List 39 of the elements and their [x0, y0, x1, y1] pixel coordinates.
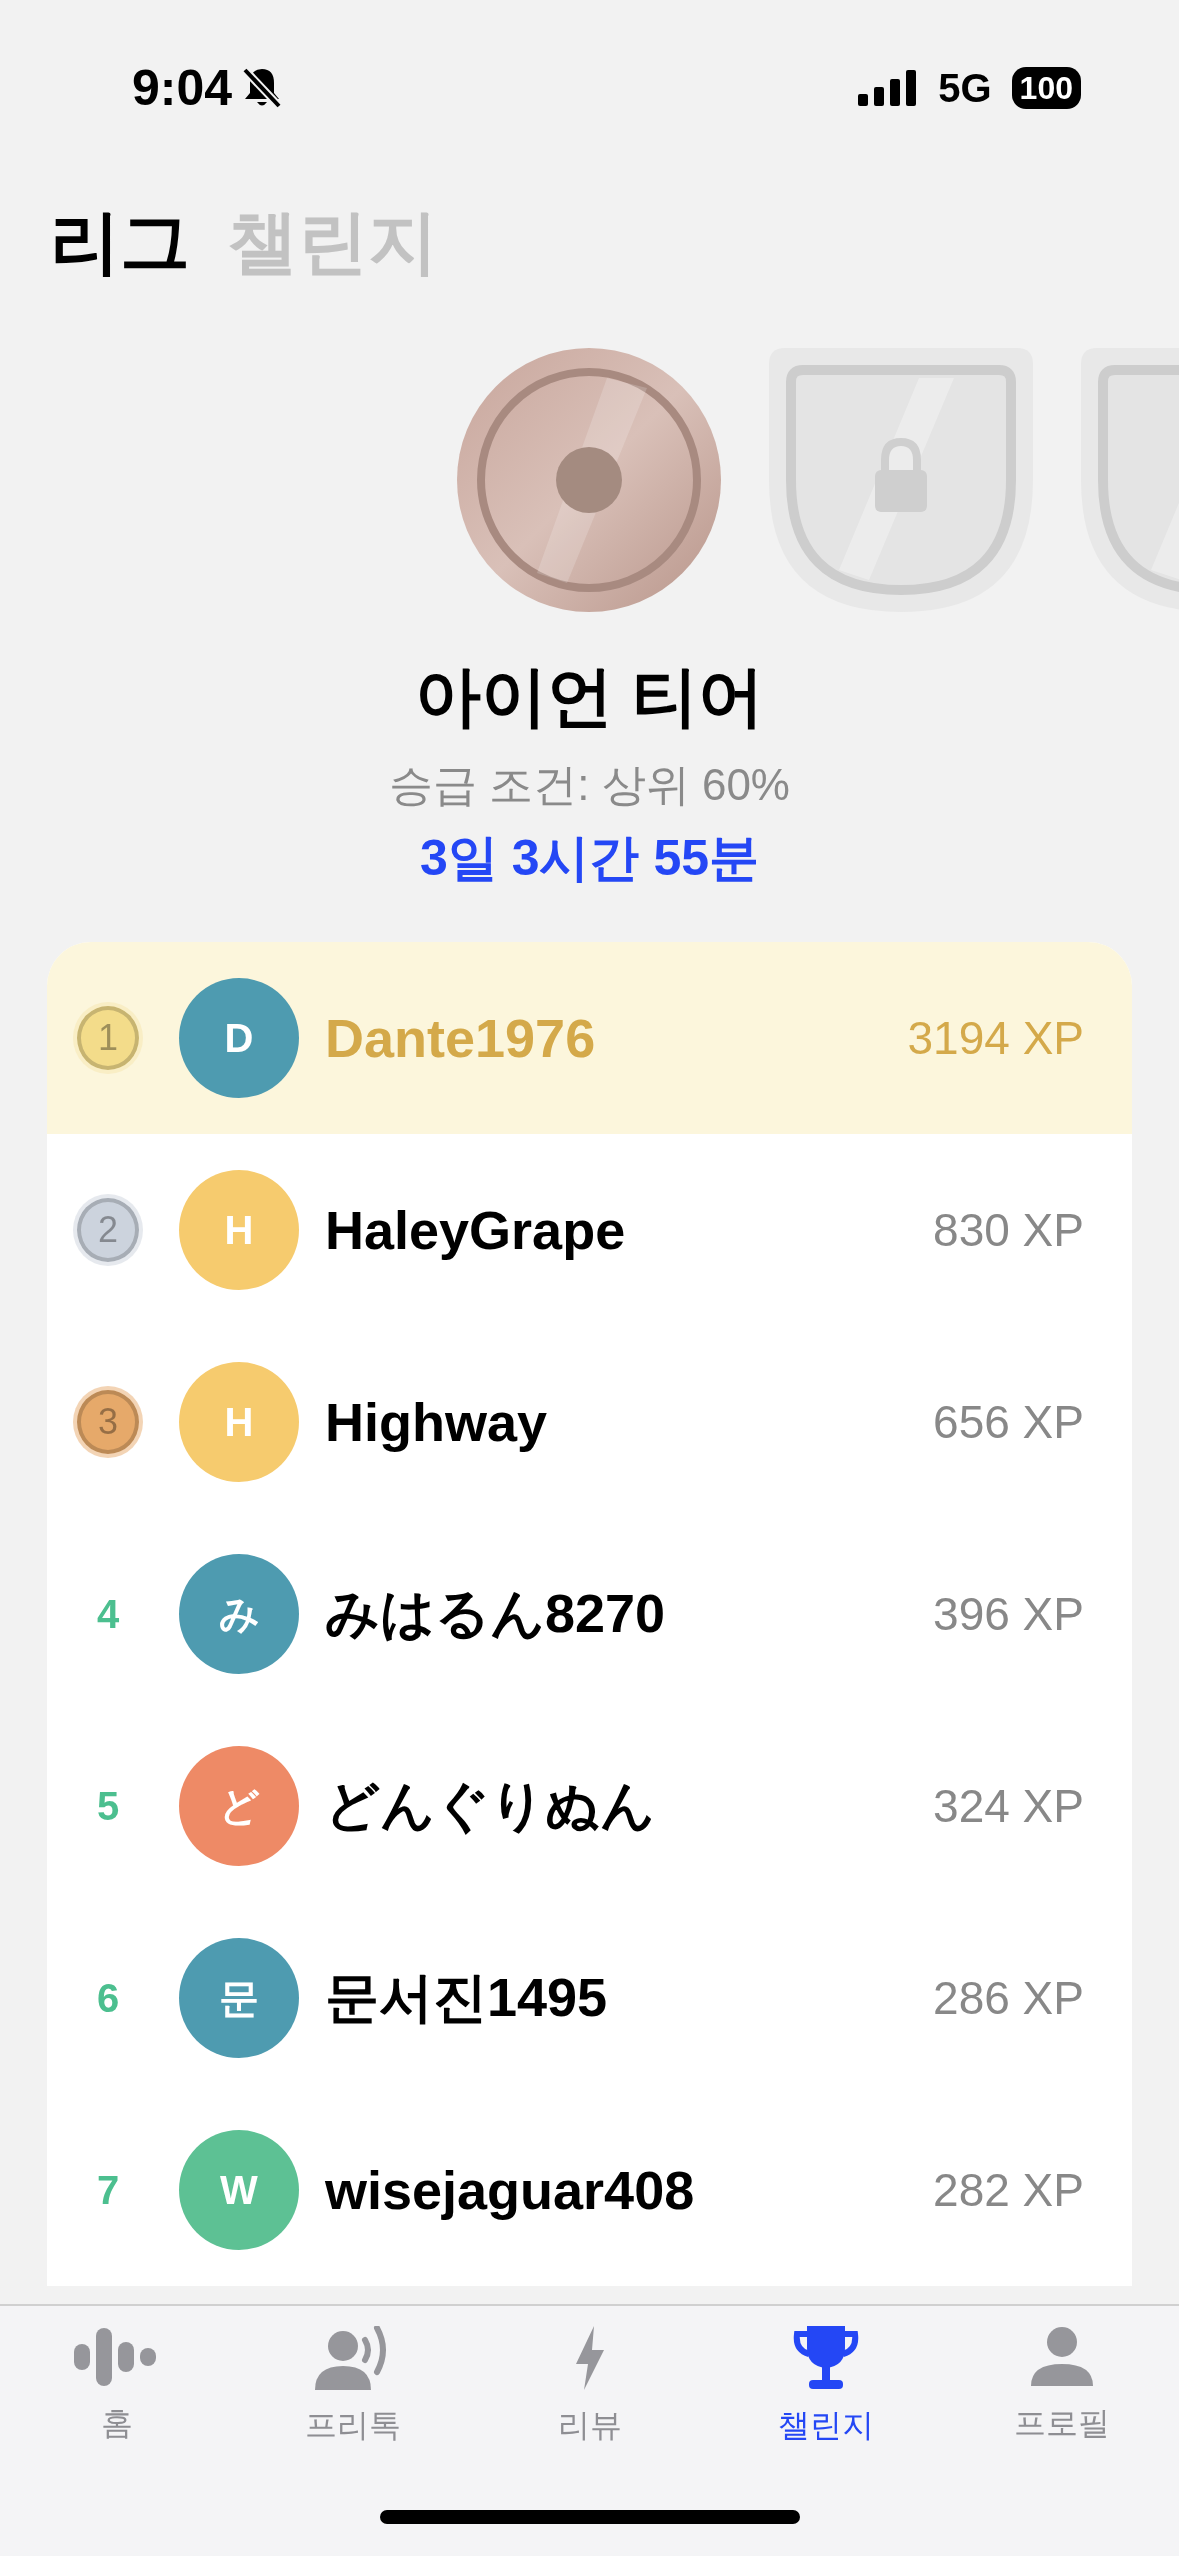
avatar: W — [179, 2130, 299, 2250]
avatar: ど — [179, 1746, 299, 1866]
status-time: 9:04 — [132, 59, 233, 117]
rank-medal: 2 — [73, 1194, 143, 1266]
signal-icon — [858, 70, 919, 106]
avatar: 문 — [179, 1938, 299, 2058]
xp-score: 282 XP — [933, 2163, 1084, 2217]
trophy-icon — [792, 2326, 859, 2390]
rank-medal: 1 — [73, 1002, 143, 1074]
user-name: HaleyGrape — [325, 1199, 626, 1261]
rank-medal: 3 — [73, 1386, 143, 1458]
countdown: 3일 3시간 55분 — [420, 829, 759, 888]
user-name: Highway — [325, 1391, 548, 1453]
xp-score: 286 XP — [933, 1971, 1084, 2025]
xp-score: 396 XP — [933, 1587, 1084, 1641]
rank-number: 5 — [96, 1783, 120, 1829]
title-tab[interactable]: 리그 — [50, 196, 190, 290]
xp-score: 324 XP — [933, 1779, 1084, 1833]
xp-score: 830 XP — [933, 1203, 1084, 1257]
nav-tab[interactable]: 챌린지 — [750, 2326, 901, 2448]
promotion-condition: 승급 조건: 상위 60% — [389, 759, 790, 811]
avatar: H — [179, 1170, 299, 1290]
user-name: Dante1976 — [325, 1007, 596, 1069]
rank-number: 6 — [96, 1975, 120, 2021]
network-label: 5G — [938, 65, 992, 111]
xp-score: 3194 XP — [907, 1011, 1084, 1065]
xp-score: 656 XP — [933, 1395, 1084, 1449]
battery-level: 100 — [1011, 67, 1081, 109]
user-name: wisejaguar408 — [325, 2159, 695, 2221]
user-name: どんぐりぬん — [325, 1773, 655, 1837]
rank-number: 4 — [96, 1591, 120, 1637]
rank-number: 7 — [96, 2167, 120, 2213]
avatar: D — [179, 978, 299, 1098]
avatar: み — [179, 1554, 299, 1674]
user-name: 문서진1495 — [325, 1965, 608, 2029]
user-name: みはるん8270 — [325, 1581, 666, 1645]
tier-name: 아이언 티어 — [415, 658, 764, 735]
avatar: H — [179, 1362, 299, 1482]
person-icon — [1031, 2326, 1093, 2388]
